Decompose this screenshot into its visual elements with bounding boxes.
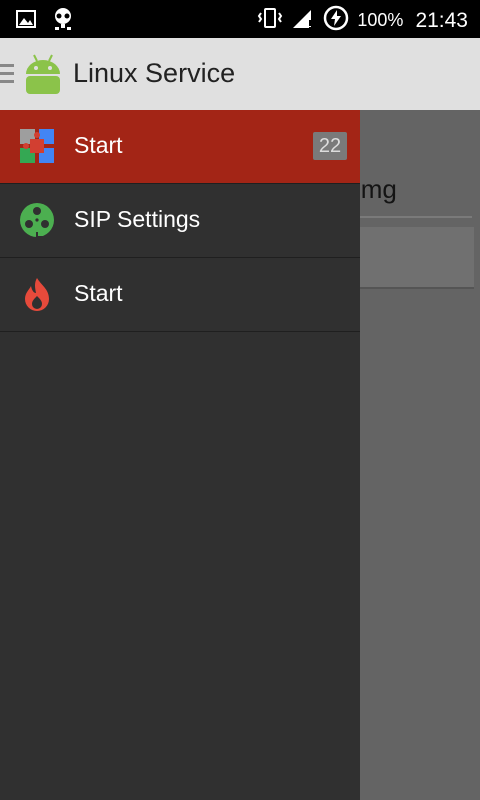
image-notification-icon (16, 9, 36, 34)
drawer-item-start[interactable]: Start 22 (0, 110, 360, 184)
content-button[interactable] (360, 227, 474, 289)
puzzle-icon (19, 128, 55, 164)
drawer-item-label: Start (74, 280, 123, 306)
drawer-item-start-2[interactable]: Start (0, 258, 360, 332)
app-title: Linux Service (73, 58, 236, 88)
count-badge: 22 (313, 132, 347, 160)
signal-icon (291, 6, 315, 35)
status-bar: 100% 21:43 (0, 0, 480, 38)
battery-percentage: 100% (357, 10, 404, 30)
drawer-item-label: SIP Settings (74, 206, 201, 232)
navigation-drawer: Start 22 SIP Settings Start (0, 110, 360, 800)
action-bar: Linux Service (0, 38, 480, 110)
text-field-value: img (355, 174, 397, 204)
drawer-item-sip-settings[interactable]: SIP Settings (0, 184, 360, 258)
drawer-toggle-icon[interactable] (0, 64, 14, 84)
battery-saver-icon (323, 5, 349, 36)
drawer-item-label: Start (74, 132, 123, 158)
vibrate-icon (257, 6, 283, 35)
clock: 21:43 (415, 8, 468, 32)
android-app-icon[interactable] (22, 52, 64, 96)
flame-icon (19, 276, 55, 312)
robot-notification-icon (52, 7, 74, 36)
film-reel-icon (19, 202, 55, 238)
